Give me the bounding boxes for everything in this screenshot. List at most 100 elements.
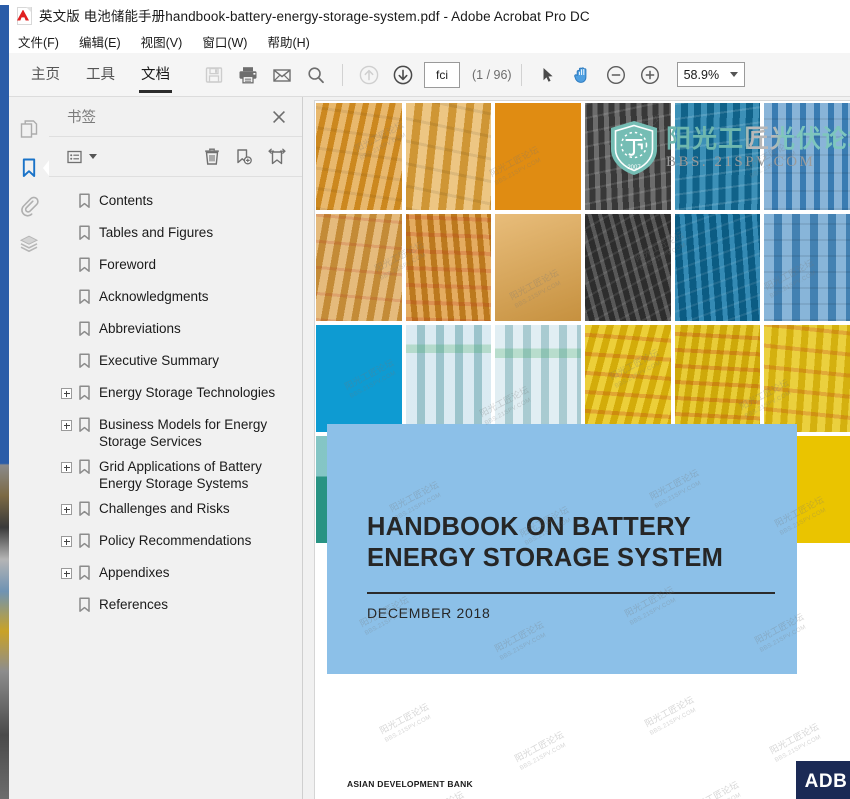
bookmark-item[interactable]: Abbreviations	[49, 315, 302, 347]
menu-file[interactable]: 文件(F)	[18, 32, 73, 51]
pdf-page: HANDBOOK ON BATTERY ENERGY STORAGE SYSTE…	[315, 101, 850, 799]
bookmark-indent-spacer	[61, 196, 72, 207]
photo-battery-rows-yellow	[674, 325, 761, 432]
zoom-out-button[interactable]	[599, 58, 633, 92]
bookmark-item[interactable]: Policy Recommendations	[49, 527, 302, 559]
toolbar-divider-2	[520, 63, 522, 86]
acrobat-window: 英文版 电池储能手册handbook-battery-energy-storag…	[0, 0, 850, 799]
chevron-down-icon	[729, 72, 738, 77]
bookmark-icon	[79, 385, 90, 400]
bookmark-label: Energy Storage Technologies	[99, 385, 276, 400]
bookmark-item[interactable]: Business Models for Energy Storage Servi…	[49, 411, 302, 453]
menu-help[interactable]: 帮助(H)	[267, 32, 323, 51]
menu-view[interactable]: 视图(V)	[141, 32, 197, 51]
bookmark-indent-spacer	[61, 324, 72, 335]
zoom-level-select[interactable]: 58.9%	[676, 62, 745, 87]
tab-home[interactable]: 主页	[18, 53, 73, 97]
bookmark-item[interactable]: Appendixes	[49, 559, 302, 591]
zoom-in-button[interactable]	[633, 58, 667, 92]
background-window-top	[0, 0, 9, 5]
bookmark-item[interactable]: Energy Storage Technologies	[49, 379, 302, 411]
new-bookmark-button[interactable]	[234, 147, 254, 167]
sidebar-item-bookmarks[interactable]	[9, 149, 50, 187]
bookmark-item[interactable]: Executive Summary	[49, 347, 302, 379]
bookmark-label: Business Models for Energy Storage Servi…	[99, 417, 268, 449]
bookmark-item[interactable]: Challenges and Risks	[49, 495, 302, 527]
watermark-tile: 阳光工匠论坛BBS.21SPV.COM	[512, 729, 568, 772]
bookmark-icon	[79, 353, 90, 368]
bookmark-expand-icon	[268, 148, 286, 164]
sidebar-item-page-thumbnails[interactable]	[9, 111, 49, 149]
adb-logo-text: ADB	[804, 771, 848, 792]
expand-bookmark-icon[interactable]	[61, 504, 72, 515]
expand-bookmark-icon[interactable]	[61, 420, 72, 431]
print-button[interactable]	[231, 58, 265, 92]
bookmark-label: Abbreviations	[99, 321, 181, 336]
tab-document[interactable]: 文档	[128, 53, 183, 97]
email-button[interactable]	[265, 58, 299, 92]
save-button[interactable]	[197, 58, 231, 92]
bookmark-item[interactable]: Contents	[49, 187, 302, 219]
bookmark-item[interactable]: Acknowledgments	[49, 283, 302, 315]
main-toolbar: 主页 工具 文档 fci (1 / 96) 58.9%	[9, 53, 850, 97]
select-tool[interactable]	[531, 58, 565, 92]
bookmarks-panel-toolbar	[49, 137, 302, 177]
document-viewport[interactable]: HANDBOOK ON BATTERY ENERGY STORAGE SYSTE…	[304, 97, 850, 799]
photo-battery-connectors-cyan	[674, 214, 761, 321]
sidebar-item-layers[interactable]	[9, 225, 49, 263]
bookmark-list: Contents Tables and Figures Foreword Acknow…	[49, 177, 302, 623]
bookmark-item[interactable]: Foreword	[49, 251, 302, 283]
expand-bookmark-icon[interactable]	[61, 536, 72, 547]
expand-bookmark-icon[interactable]	[61, 568, 72, 579]
expand-bookmark-icon[interactable]	[61, 388, 72, 399]
watermark-tile: 阳光工匠论坛BBS.21SPV.COM	[377, 701, 433, 744]
menu-window[interactable]: 窗口(W)	[202, 32, 261, 51]
bookmarks-panel: 书签 Contents Tables and Figures Foreword …	[49, 97, 303, 799]
watermark-tile: 阳光工匠论坛BBS.21SPV.COM	[642, 694, 698, 737]
expand-bookmark-icon[interactable]	[61, 462, 72, 473]
bookmarks-icon	[22, 158, 36, 177]
cover-title: HANDBOOK ON BATTERY ENERGY STORAGE SYSTE…	[367, 513, 724, 572]
title-bar: 英文版 电池储能手册handbook-battery-energy-storag…	[9, 0, 850, 30]
delete-bookmark-button[interactable]	[202, 147, 222, 167]
next-page-button[interactable]	[386, 58, 420, 92]
bookmark-item[interactable]: Grid Applications of Battery Energy Stor…	[49, 453, 302, 495]
photo-cables-grayscale	[584, 214, 671, 321]
bookmark-label: Tables and Figures	[99, 225, 214, 240]
photo-battery-row-grayscale	[584, 103, 671, 210]
bookmark-icon	[79, 257, 90, 272]
bookmark-label: Executive Summary	[99, 353, 220, 368]
photo-battery-bank-cyan	[674, 103, 761, 210]
photo-battery-shelf-cells	[316, 214, 402, 321]
bookmark-item[interactable]: References	[49, 591, 302, 623]
bookmark-indent-spacer	[61, 600, 72, 611]
hand-tool[interactable]	[565, 58, 599, 92]
bookmark-label: Foreword	[99, 257, 157, 272]
bookmark-options-menu[interactable]	[67, 149, 97, 165]
bookmark-icon	[79, 225, 90, 240]
sidebar-item-attachments[interactable]	[9, 187, 49, 225]
previous-page-button[interactable]	[352, 58, 386, 92]
photo-battery-terminals-orange	[405, 214, 492, 321]
search-button[interactable]	[299, 58, 333, 92]
close-icon	[273, 110, 285, 123]
bookmark-plus-icon	[237, 148, 252, 164]
page-number-input[interactable]: fci	[424, 61, 460, 88]
bookmark-label: Appendixes	[99, 565, 170, 580]
tab-tools[interactable]: 工具	[73, 53, 128, 97]
photo-battery-racks-warehouse	[316, 103, 402, 210]
bookmarks-panel-title: 书签	[67, 110, 96, 126]
bookmark-label: References	[99, 597, 169, 612]
expand-bookmarks-button[interactable]	[266, 147, 288, 167]
photo-inverter-cabinet-green	[405, 325, 492, 432]
bookmark-indent-spacer	[61, 356, 72, 367]
bookmark-label: Grid Applications of Battery Energy Stor…	[99, 459, 262, 491]
window-title: 英文版 电池储能手册handbook-battery-energy-storag…	[39, 9, 590, 24]
bookmark-icon	[79, 597, 90, 612]
bookmark-item[interactable]: Tables and Figures	[49, 219, 302, 251]
bookmarks-panel-header: 书签	[49, 97, 302, 137]
cursor-arrow-icon	[543, 67, 553, 82]
photo-empty-room-orange	[495, 214, 581, 321]
menu-edit[interactable]: 编辑(E)	[79, 32, 135, 51]
close-panel-button[interactable]	[270, 108, 288, 126]
